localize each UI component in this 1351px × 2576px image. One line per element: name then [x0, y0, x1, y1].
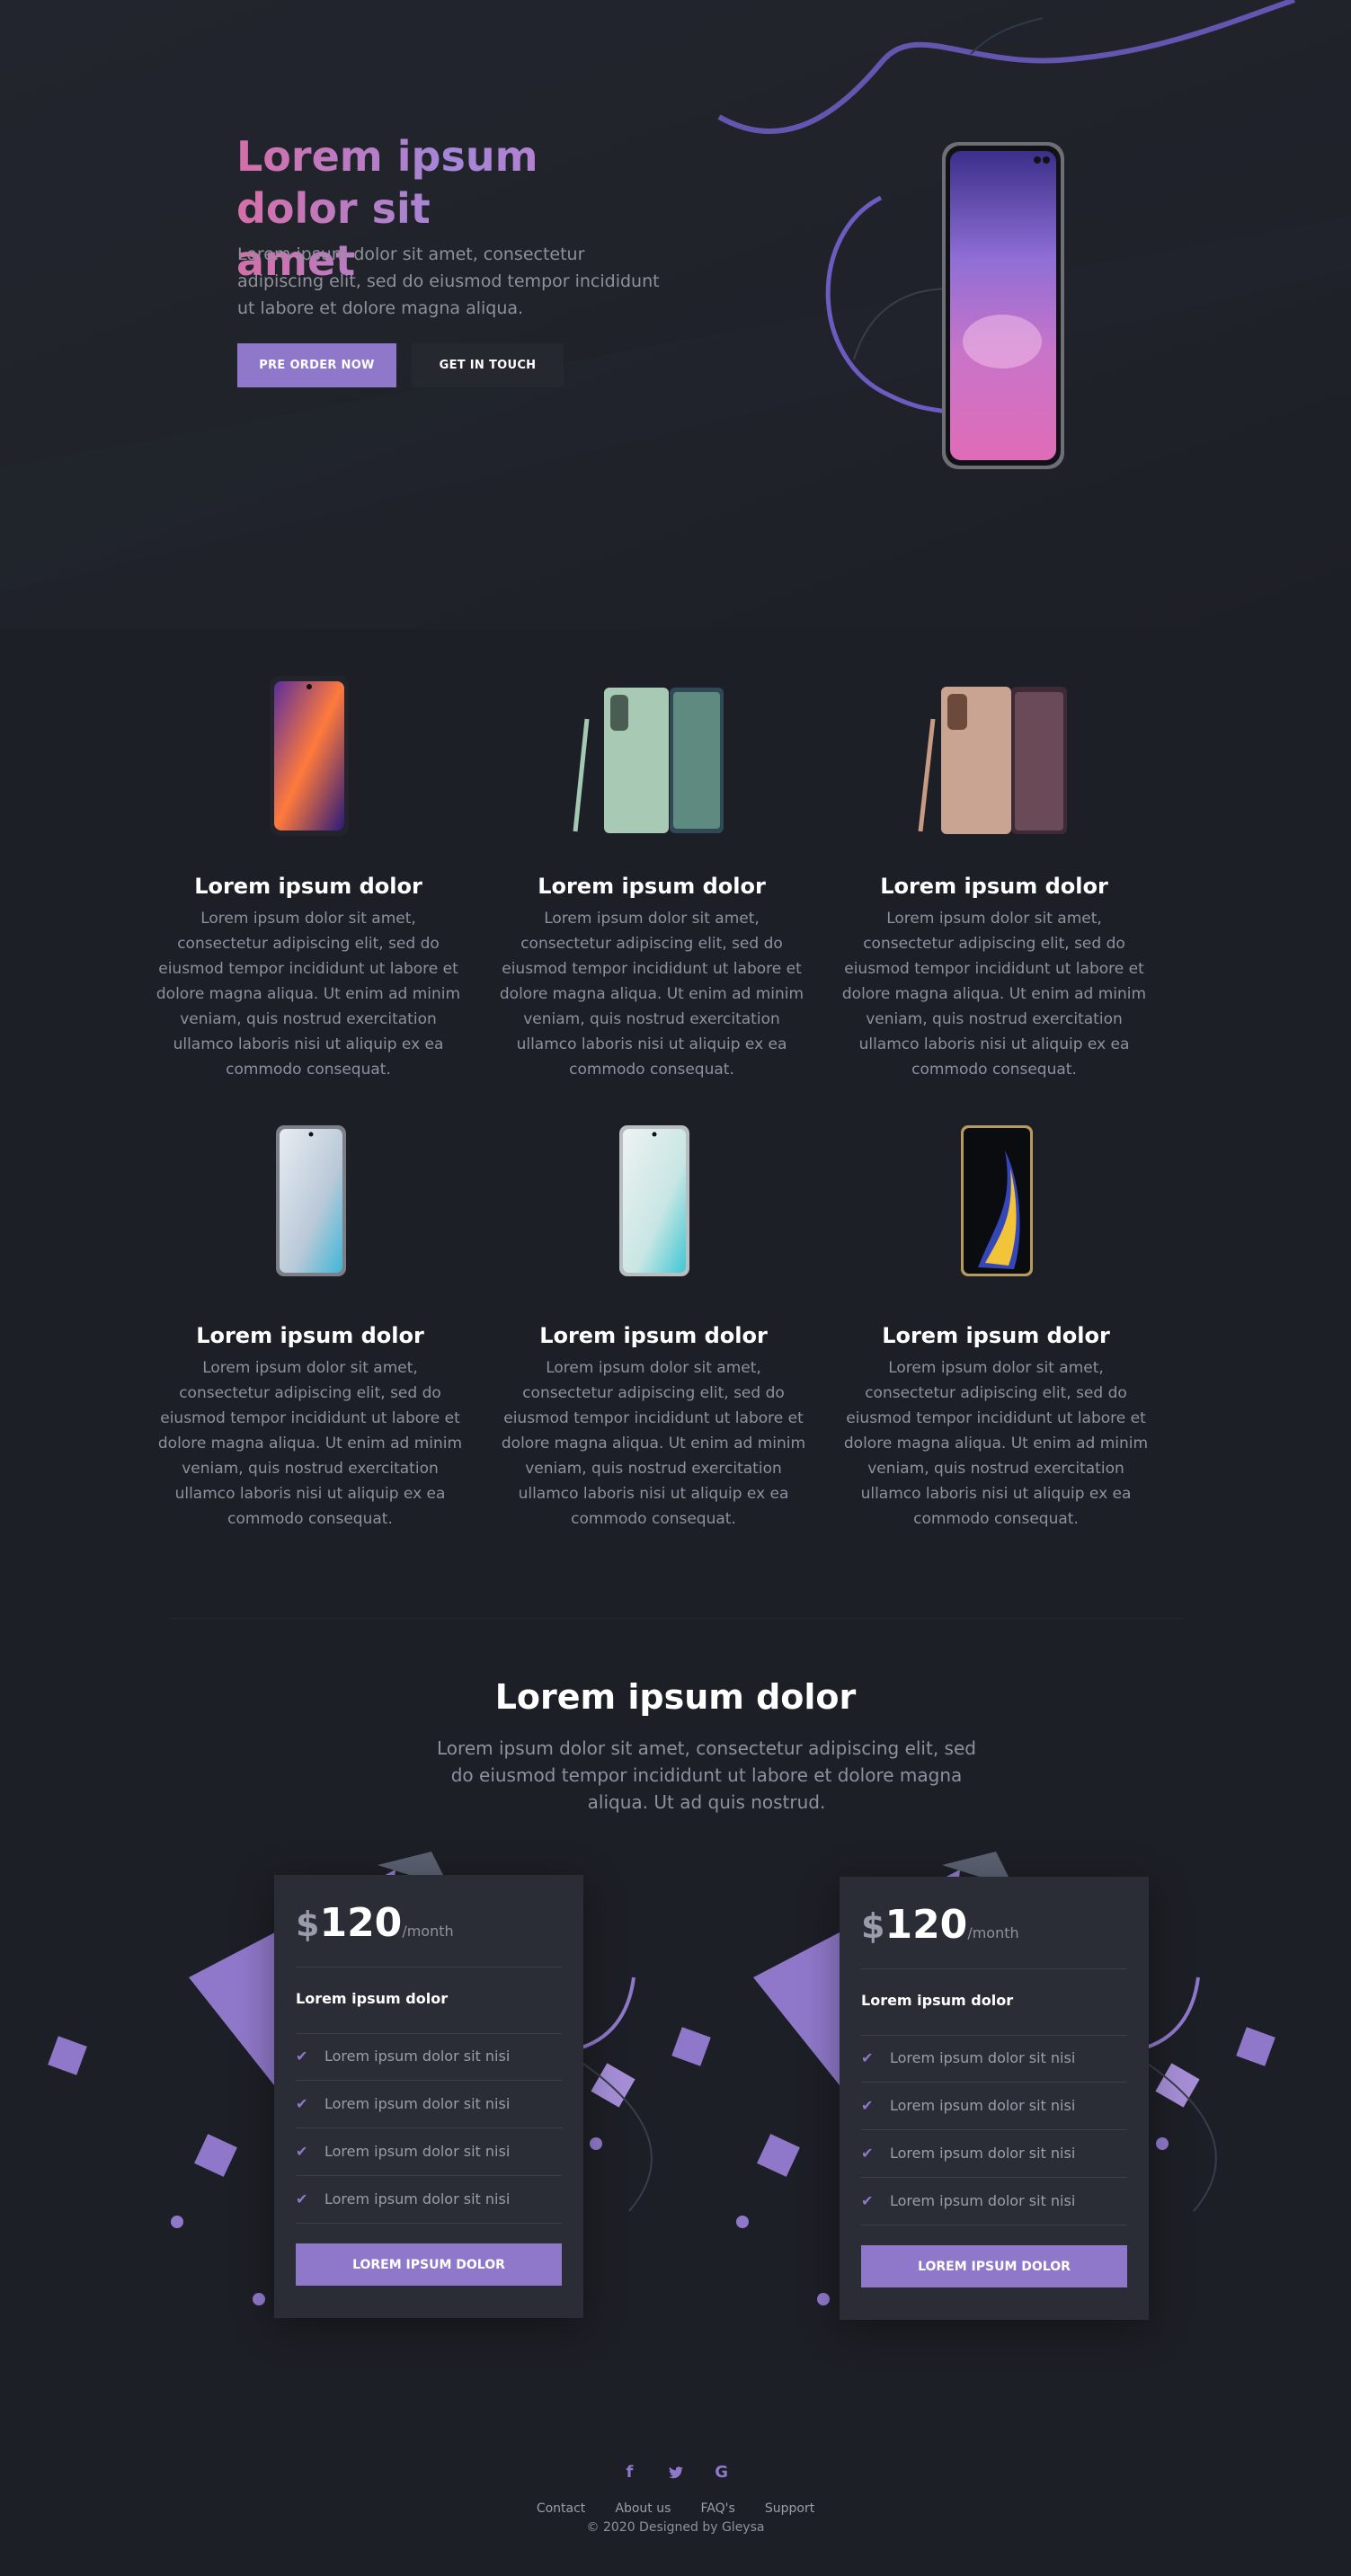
feature-item: ✔ Lorem ipsum dolor sit nisi [296, 2081, 562, 2127]
feature-label: Lorem ipsum dolor sit nisi [324, 2047, 511, 2065]
check-icon: ✔ [861, 2192, 874, 2209]
check-icon: ✔ [296, 2143, 308, 2160]
check-icon: ✔ [296, 2095, 308, 2112]
product-title: Lorem ipsum dolor [539, 1323, 768, 1348]
social-links: f G [0, 2463, 1351, 2482]
twitter-icon[interactable] [664, 2463, 688, 2482]
card-divider [296, 2223, 562, 2224]
check-icon: ✔ [296, 2190, 308, 2207]
footer-links: Contact About us FAQ's Support [0, 2499, 1351, 2516]
feature-label: Lorem ipsum dolor sit nisi [890, 2145, 1076, 2162]
feature-item: ✔ Lorem ipsum dolor sit nisi [861, 2083, 1127, 2129]
feature-label: Lorem ipsum dolor sit nisi [890, 2097, 1076, 2114]
plan-name: Lorem ipsum dolor [296, 1990, 449, 2007]
feature-label: Lorem ipsum dolor sit nisi [324, 2143, 511, 2160]
pricing-card: $120/month Lorem ipsum dolor ✔ Lorem ipsu… [840, 1877, 1149, 2320]
pricing-title: Lorem ipsum dolor [494, 1677, 857, 1717]
feature-item: ✔ Lorem ipsum dolor sit nisi [296, 2176, 562, 2223]
product-title: Lorem ipsum dolor [538, 874, 766, 899]
footer-link-about[interactable]: About us [615, 2501, 671, 2516]
plan-cta-button[interactable]: LOREM IPSUM DOLOR [296, 2243, 562, 2286]
plan-cta-button[interactable]: LOREM IPSUM DOLOR [861, 2245, 1127, 2287]
phone-colorful-image [270, 676, 349, 836]
hero-section: Lorem ipsum dolor sit amet Lorem ipsum d… [0, 0, 1351, 629]
check-icon: ✔ [861, 2145, 874, 2162]
feature-item: ✔ Lorem ipsum dolor sit nisi [861, 2178, 1127, 2225]
phone-bronze-with-pen-image [918, 687, 1067, 834]
get-in-touch-button[interactable]: GET IN TOUCH [412, 343, 564, 387]
product-title: Lorem ipsum dolor [194, 874, 422, 899]
hero-description: Lorem ipsum dolor sit amet, consectetur … [237, 244, 660, 318]
product-title: Lorem ipsum dolor [882, 1323, 1110, 1348]
feature-item: ✔ Lorem ipsum dolor sit nisi [296, 2033, 562, 2080]
price-amount: 120 [884, 1902, 968, 1948]
currency-symbol: $ [861, 1906, 885, 1946]
facebook-icon[interactable]: f [618, 2463, 641, 2482]
check-icon: ✔ [296, 2047, 308, 2065]
check-icon: ✔ [861, 2049, 874, 2066]
product-description: Lorem ipsum dolor sit amet, consectetur … [843, 1359, 1149, 1528]
card-divider [296, 1967, 562, 1968]
feature-label: Lorem ipsum dolor sit nisi [324, 2190, 511, 2207]
product-title: Lorem ipsum dolor [880, 874, 1108, 899]
footer-link-contact[interactable]: Contact [537, 2501, 585, 2516]
phone-silver-image [276, 1125, 346, 1276]
footer-link-faqs[interactable]: FAQ's [700, 2501, 734, 2516]
price-period: /month [402, 1923, 454, 1940]
copyright: © 2020 Designed by Gleysa [586, 2520, 765, 2535]
currency-symbol: $ [296, 1905, 320, 1944]
hero-title-line1: Lorem ipsum dolor sit [236, 132, 538, 233]
feature-label: Lorem ipsum dolor sit nisi [890, 2049, 1076, 2066]
feature-item: ✔ Lorem ipsum dolor sit nisi [861, 2130, 1127, 2177]
hero-phone-illustration [717, 0, 1295, 469]
product-description: Lorem ipsum dolor sit amet, consectetur … [499, 910, 804, 1079]
price-period: /month [967, 1924, 1019, 1941]
product-description: Lorem ipsum dolor sit amet, consectetur … [501, 1359, 806, 1528]
feature-item: ✔ Lorem ipsum dolor sit nisi [296, 2128, 562, 2175]
product-description: Lorem ipsum dolor sit amet, consectetur … [156, 910, 461, 1079]
phone-white-image [619, 1125, 689, 1276]
section-divider [169, 1618, 1182, 1619]
feature-label: Lorem ipsum dolor sit nisi [890, 2192, 1076, 2209]
phone-black-blue-image [961, 1125, 1033, 1276]
plan-name: Lorem ipsum dolor [861, 1992, 1014, 2009]
check-icon: ✔ [861, 2097, 874, 2114]
pricing-description: Lorem ipsum dolor sit amet, consectetur … [437, 1737, 976, 1813]
google-icon[interactable]: G [710, 2463, 733, 2482]
pricing-card: $120/month Lorem ipsum dolor ✔ Lorem ipsu… [274, 1875, 583, 2318]
footer-link-support[interactable]: Support [765, 2501, 814, 2516]
feature-label: Lorem ipsum dolor sit nisi [324, 2095, 511, 2112]
pre-order-button[interactable]: PRE ORDER NOW [237, 343, 396, 387]
product-description: Lorem ipsum dolor sit amet, consectetur … [841, 910, 1147, 1079]
feature-item: ✔ Lorem ipsum dolor sit nisi [861, 2035, 1127, 2082]
card-divider [861, 1968, 1127, 1969]
price: $120/month [861, 1902, 1019, 1948]
phone-green-with-pen-image [573, 688, 724, 833]
price-amount: 120 [319, 1900, 403, 1946]
product-title: Lorem ipsum dolor [196, 1323, 424, 1348]
product-description: Lorem ipsum dolor sit amet, consectetur … [157, 1359, 463, 1528]
price: $120/month [296, 1900, 454, 1946]
